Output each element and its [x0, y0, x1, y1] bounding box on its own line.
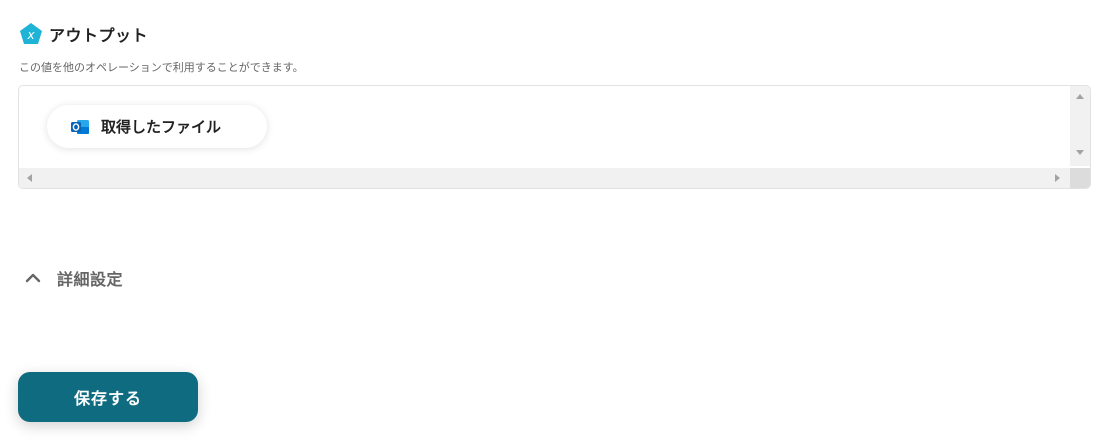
vertical-scrollbar[interactable]: [1070, 86, 1090, 166]
output-chip-label: 取得したファイル: [101, 118, 222, 136]
advanced-settings-label: 詳細設定: [57, 270, 124, 289]
scroll-down-arrow-icon[interactable]: [1076, 150, 1084, 155]
output-header: x アウトプット: [19, 21, 148, 47]
chevron-up-icon: [25, 273, 41, 283]
output-title: アウトプット: [49, 26, 149, 45]
scroll-corner: [1070, 168, 1090, 188]
scroll-up-arrow-icon[interactable]: [1076, 94, 1084, 99]
scroll-right-arrow-icon[interactable]: [1055, 174, 1060, 182]
x-pentagon-icon: x: [20, 23, 42, 44]
output-list-box: 取得したファイル: [18, 85, 1091, 189]
page: x アウトプット この値を他のオペレーションで利用することができます。 取得した…: [0, 0, 1113, 441]
scroll-left-arrow-icon[interactable]: [27, 174, 32, 182]
horizontal-scrollbar[interactable]: [19, 168, 1070, 188]
outlook-icon: [71, 119, 89, 134]
output-chip-file[interactable]: 取得したファイル: [47, 105, 267, 148]
save-button[interactable]: 保存する: [18, 372, 198, 422]
output-description: この値を他のオペレーションで利用することができます。: [19, 61, 304, 74]
svg-text:x: x: [26, 28, 35, 42]
advanced-settings-toggle[interactable]: 詳細設定: [24, 265, 123, 291]
